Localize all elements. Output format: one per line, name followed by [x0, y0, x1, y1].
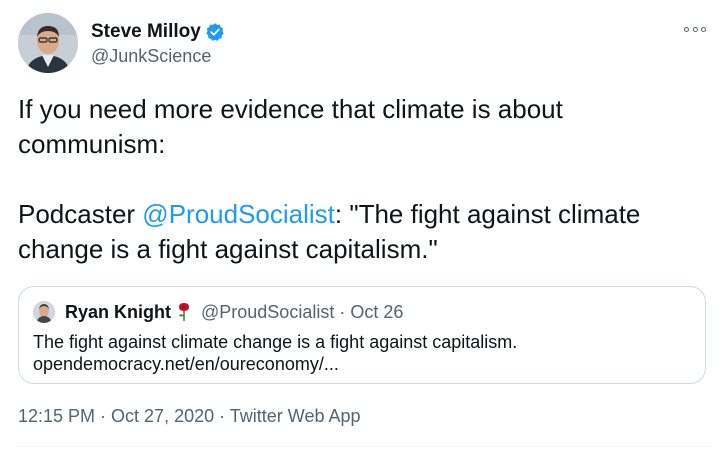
- tweet-text: If you need more evidence that climate i…: [18, 92, 708, 267]
- quoted-tweet[interactable]: Ryan Knight @ProudSocialist · Oct 26 The…: [18, 286, 706, 384]
- tweet-line: change is a fight against capitalism.": [18, 234, 438, 264]
- rose-icon: [177, 302, 191, 322]
- author-block: Steve Milloy @JunkScience: [91, 20, 225, 67]
- tweet-line: If you need more evidence that climate i…: [18, 94, 563, 124]
- tweet-text-segment: Podcaster: [18, 199, 143, 229]
- quoted-text: The fight against climate change is a fi…: [33, 332, 518, 352]
- tweet-card: Steve Milloy @JunkScience If you need mo…: [0, 0, 728, 453]
- divider: [18, 446, 710, 447]
- quoted-link[interactable]: opendemocracy.net/en/oureconomy/...: [33, 353, 693, 375]
- mention-link[interactable]: @ProudSocialist: [142, 199, 335, 229]
- tweet-line: Podcaster @ProudSocialist: "The fight ag…: [18, 197, 708, 232]
- quoted-author-avatar: [33, 301, 55, 323]
- tweet-timestamp[interactable]: 12:15 PM · Oct 27, 2020 · Twitter Web Ap…: [18, 406, 361, 427]
- author-avatar[interactable]: [18, 13, 78, 73]
- quoted-meta: @ProudSocialist · Oct 26: [201, 301, 404, 322]
- author-name[interactable]: Steve Milloy: [91, 21, 201, 43]
- tweet-text-segment: : "The fight against climate: [334, 199, 641, 229]
- verified-badge-icon: [205, 22, 225, 42]
- tweet-line: communism:: [18, 129, 166, 159]
- author-handle[interactable]: @JunkScience: [91, 46, 225, 67]
- quoted-author-name: Ryan Knight: [65, 301, 171, 322]
- more-options-icon[interactable]: [684, 24, 706, 34]
- quoted-body: The fight against climate change is a fi…: [33, 331, 693, 375]
